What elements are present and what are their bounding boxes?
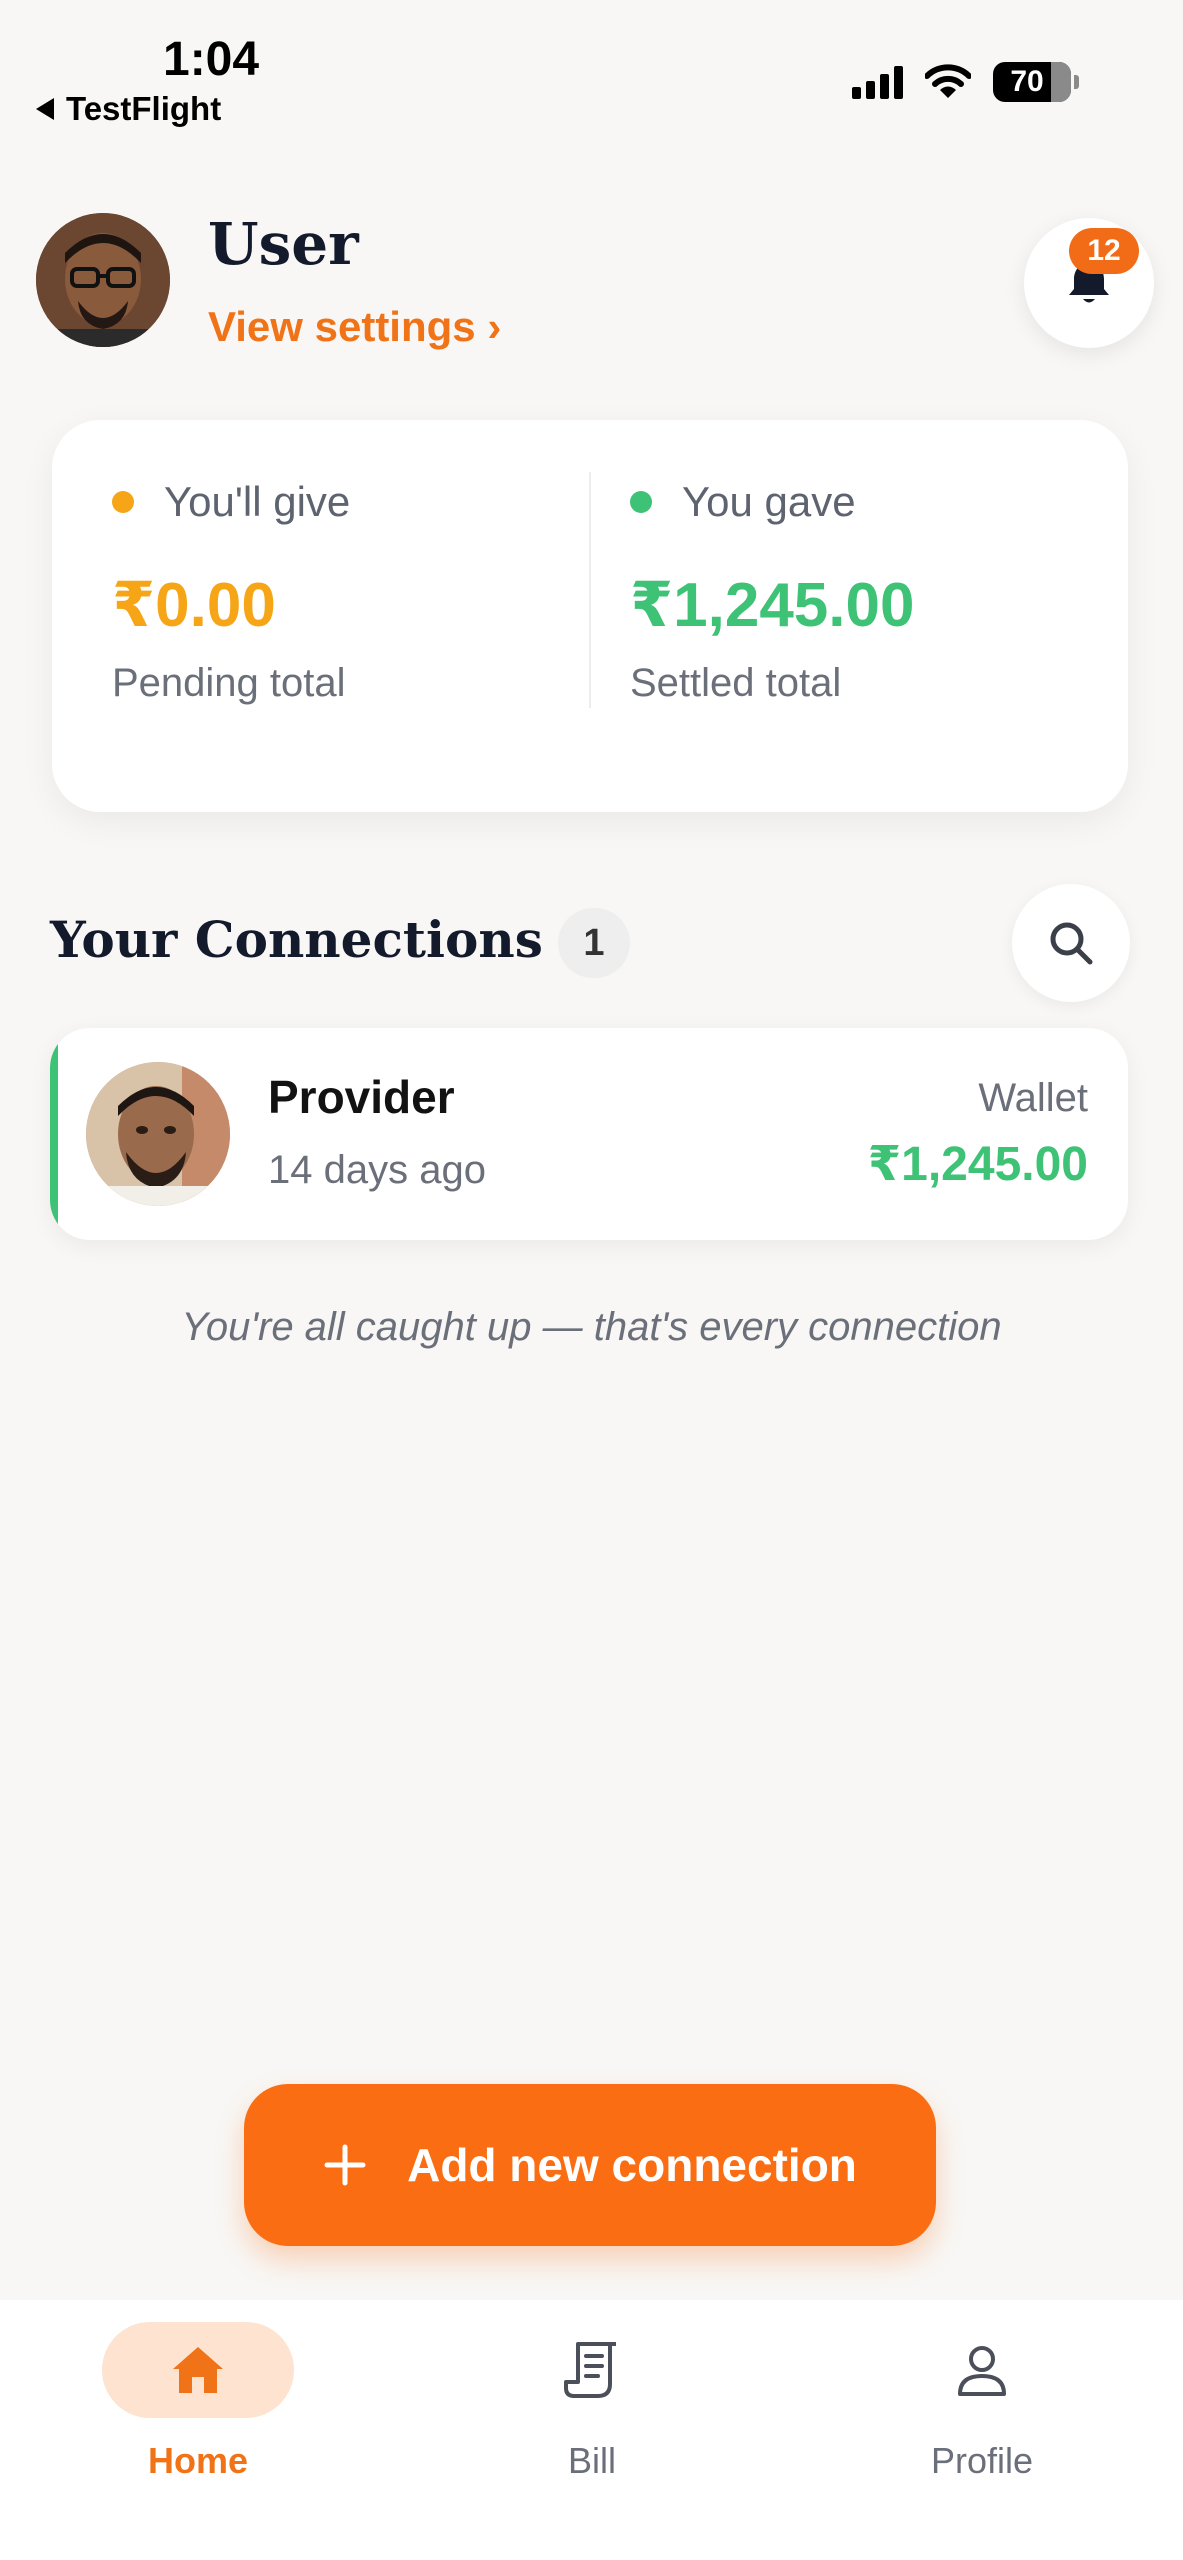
tab-bill-label: Bill — [567, 2440, 616, 2481]
give-summary: You'll give ₹0.00 Pending total — [112, 478, 350, 706]
bottom-tab-bar: Home Bill Profile — [0, 2300, 1183, 2560]
bill-icon — [564, 2342, 616, 2398]
connection-status-accent — [50, 1028, 58, 1240]
caught-up-message: You're all caught up — that's every conn… — [181, 1305, 1002, 1349]
user-name: User — [208, 210, 359, 278]
gave-amount: ₹1,245.00 — [630, 571, 915, 640]
user-avatar[interactable] — [36, 213, 170, 347]
search-connections-button[interactable] — [1012, 884, 1130, 1002]
tab-home-label: Home — [147, 2440, 249, 2481]
tab-profile-label: Profile — [930, 2440, 1034, 2481]
summary-divider — [589, 472, 591, 708]
plus-icon — [324, 2144, 366, 2186]
connections-count-badge: 1 — [558, 908, 630, 978]
connections-title: Your Connections — [50, 910, 543, 969]
tab-bill[interactable]: Bill — [472, 2322, 712, 2482]
profile-icon — [958, 2346, 1006, 2396]
status-bar: 1:04 TestFlight 70 — [0, 0, 1183, 140]
back-app-label: TestFlight — [66, 90, 222, 127]
back-to-app[interactable]: TestFlight — [36, 90, 221, 128]
give-status-dot-icon — [112, 491, 134, 513]
connection-row[interactable]: Provider 14 days ago Wallet ₹1,245.00 — [50, 1028, 1128, 1240]
battery-level: 70 — [1010, 65, 1044, 98]
search-icon — [1050, 922, 1093, 965]
battery-indicator: 70 — [993, 62, 1079, 102]
gave-status-dot-icon — [630, 491, 652, 513]
add-new-connection-label: Add new connection — [407, 2139, 857, 2191]
status-time: 1:04 — [163, 33, 260, 86]
home-icon — [173, 2347, 223, 2393]
provider-avatar — [86, 1062, 230, 1206]
cellular-signal-icon — [852, 65, 903, 99]
give-subtitle: Pending total — [112, 661, 346, 705]
battery-icon: 70 — [993, 62, 1071, 102]
gave-label: You gave — [682, 478, 856, 525]
provider-avatar-image — [86, 1062, 230, 1206]
tab-bill-pill — [496, 2322, 688, 2418]
user-avatar-image — [36, 213, 170, 347]
back-triangle-icon — [36, 98, 54, 120]
gave-label-row: You gave — [630, 478, 914, 526]
connection-last-activity: 14 days ago — [268, 1148, 486, 1192]
add-new-connection-button[interactable]: Add new connection — [244, 2084, 936, 2246]
give-amount: ₹0.00 — [112, 571, 276, 640]
view-settings-link[interactable]: View settings › — [208, 303, 501, 351]
notification-count-badge: 12 — [1069, 228, 1139, 274]
tab-profile[interactable]: Profile — [862, 2322, 1102, 2482]
gave-summary: You gave ₹1,245.00 Settled total — [630, 478, 914, 706]
wifi-icon — [925, 64, 971, 98]
tab-home-pill — [102, 2322, 294, 2418]
tab-profile-pill — [886, 2322, 1078, 2418]
connection-wallet-amount: ₹1,245.00 — [867, 1138, 1088, 1191]
give-label: You'll give — [164, 478, 351, 525]
give-label-row: You'll give — [112, 478, 350, 526]
gave-subtitle: Settled total — [630, 661, 842, 705]
balance-summary-card: You'll give ₹0.00 Pending total You gave… — [52, 420, 1128, 812]
connection-wallet-label: Wallet — [978, 1076, 1088, 1120]
status-icons: 70 — [852, 62, 1079, 102]
connection-name: Provider — [268, 1071, 455, 1123]
tab-home[interactable]: Home — [78, 2322, 318, 2482]
